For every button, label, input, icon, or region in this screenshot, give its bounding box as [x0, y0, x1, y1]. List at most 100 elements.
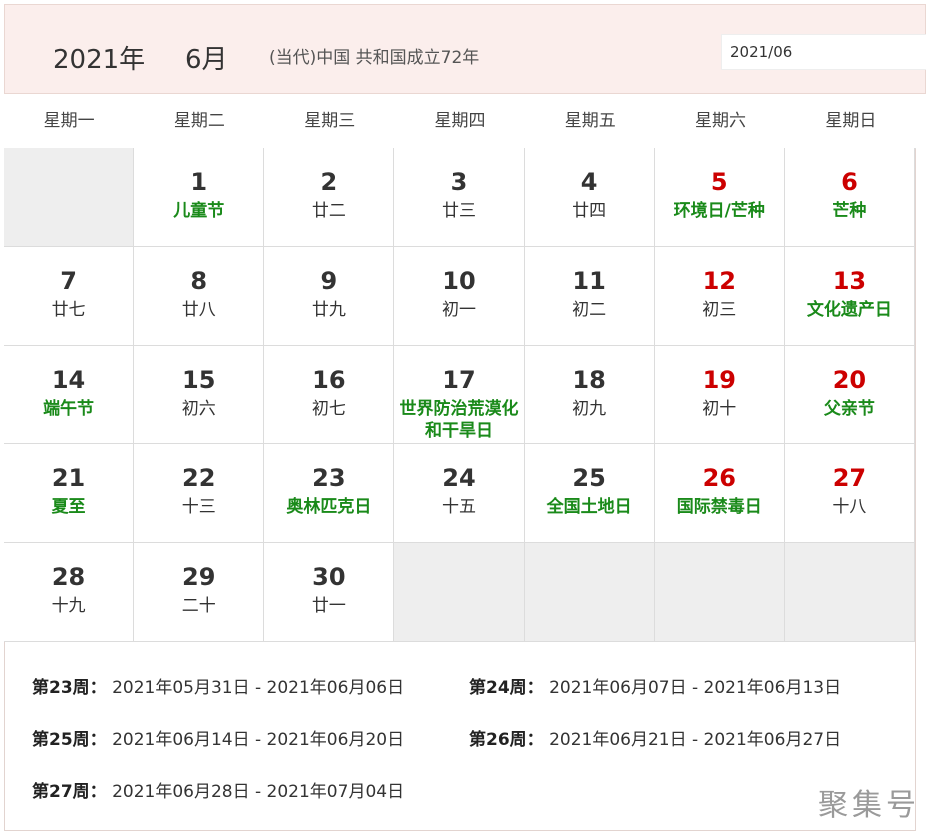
day-cell[interactable]: 18 初九: [524, 345, 655, 445]
week-number: 第26周：: [469, 730, 544, 750]
week-number: 第25周：: [32, 730, 107, 750]
day-cell[interactable]: 26 国际禁毒日: [654, 444, 785, 544]
day-cell[interactable]: 21 夏至: [4, 444, 135, 544]
lunar-date: 廿九: [311, 299, 346, 320]
weekday-fri: 星期五: [564, 111, 616, 131]
empty-day-cell: [784, 543, 915, 642]
day-number: 22: [182, 464, 216, 493]
day-cell[interactable]: 13 文化遗产日: [784, 246, 915, 346]
lunar-date: 初一: [441, 299, 476, 320]
festival-label: 父亲节: [823, 398, 875, 419]
day-cell[interactable]: 6 芒种: [784, 148, 915, 247]
lunar-date: 廿二: [311, 201, 346, 221]
day-cell[interactable]: 15 初六: [134, 345, 265, 445]
day-number: 26: [702, 464, 736, 493]
day-number: 19: [702, 365, 736, 394]
day-number: 17: [442, 365, 476, 394]
week-row: 第26周： 2021年06月21日 - 2021年06月27日: [469, 725, 841, 750]
day-cell[interactable]: 28 十九: [4, 543, 135, 642]
week-row: 第27周： 2021年06月28日 - 2021年07月04日: [32, 777, 404, 802]
day-number: 8: [190, 266, 208, 295]
day-number: 7: [60, 266, 77, 295]
year-label[interactable]: 2021年: [53, 39, 145, 76]
day-cell[interactable]: 27 十八: [784, 444, 915, 544]
lunar-date: 廿三: [441, 201, 476, 221]
day-number: 20: [832, 365, 867, 394]
day-cell[interactable]: 22 十三: [134, 444, 265, 544]
festival-label: 夏至: [51, 497, 86, 518]
lunar-date: 十三: [181, 497, 216, 518]
day-number: 3: [450, 168, 468, 196]
date-input[interactable]: [721, 34, 926, 70]
festival-label: 文化遗产日: [806, 299, 892, 320]
festival-label: 端午节: [43, 398, 95, 419]
day-cell[interactable]: 30 廿一: [264, 543, 395, 642]
day-number: 4: [580, 168, 598, 196]
week-range: 2021年06月07日 - 2021年06月13日: [549, 678, 842, 698]
day-cell[interactable]: 16 初七: [264, 345, 395, 445]
day-cell[interactable]: 17 世界防治荒漠化和干旱日: [394, 345, 525, 445]
weekday-wed: 星期三: [304, 111, 356, 131]
day-number: 29: [182, 563, 216, 592]
week-row: 第24周： 2021年06月07日 - 2021年06月13日: [469, 673, 841, 698]
day-cell[interactable]: 25 全国土地日: [524, 444, 655, 544]
lunar-date: 廿一: [311, 596, 346, 617]
day-number: 28: [51, 563, 86, 592]
day-cell[interactable]: 10 初一: [394, 246, 525, 346]
day-number: 21: [51, 464, 86, 493]
day-cell[interactable]: 23 奥林匹克日: [264, 444, 395, 544]
day-cell[interactable]: 12 初三: [654, 246, 785, 346]
day-number: 9: [320, 266, 338, 295]
weekday-tue: 星期二: [173, 111, 225, 131]
day-cell[interactable]: 20 父亲节: [784, 345, 915, 445]
day-cell[interactable]: 7 廿七: [4, 246, 135, 346]
festival-label: 世界防治荒漠化和干旱日: [399, 398, 519, 441]
day-cell[interactable]: 24 十五: [394, 444, 525, 544]
week-range: 2021年06月14日 - 2021年06月20日: [112, 730, 405, 750]
empty-day-cell: [4, 148, 135, 247]
week-range: 2021年05月31日 - 2021年06月06日: [112, 678, 405, 698]
day-number: 16: [312, 365, 346, 394]
lunar-date: 初十: [702, 398, 737, 419]
day-cell[interactable]: 4 廿四: [524, 148, 655, 247]
day-cell[interactable]: 5 环境日/芒种: [654, 148, 785, 247]
day-number: 6: [841, 168, 858, 196]
day-number: 27: [832, 464, 867, 493]
day-cell[interactable]: 9 廿九: [264, 246, 395, 346]
empty-day-cell: [654, 543, 785, 642]
lunar-date: 廿四: [572, 201, 607, 221]
week-number: 第27周：: [32, 782, 107, 802]
week-number: 第24周：: [469, 678, 544, 698]
day-cell[interactable]: 14 端午节: [4, 345, 135, 445]
day-number: 1: [190, 168, 208, 196]
day-number: 12: [702, 266, 736, 295]
lunar-date: 初九: [572, 398, 607, 419]
month-label[interactable]: 6月: [185, 39, 228, 76]
lunar-date: 初六: [181, 398, 216, 419]
day-cell[interactable]: 8 廿八: [134, 246, 265, 346]
empty-day-cell: [524, 543, 655, 642]
lunar-date: 初七: [311, 398, 346, 419]
day-number: 30: [312, 563, 346, 592]
day-cell[interactable]: 3 廿三: [394, 148, 525, 247]
festival-label: 儿童节: [173, 201, 225, 221]
festival-label: 国际禁毒日: [676, 497, 762, 518]
day-cell[interactable]: 19 初十: [654, 345, 785, 445]
weekday-thu: 星期四: [434, 111, 486, 131]
lunar-date: 二十: [181, 596, 216, 617]
day-number: 25: [572, 464, 606, 493]
day-number: 5: [710, 168, 728, 196]
day-cell[interactable]: 2 廿二: [264, 148, 395, 247]
lunar-date: 廿八: [181, 299, 216, 320]
day-cell[interactable]: 11 初二: [524, 246, 655, 346]
day-cell[interactable]: 29 二十: [134, 543, 265, 642]
day-cell[interactable]: 1 儿童节: [134, 148, 265, 247]
festival-label: 环境日/芒种: [673, 201, 765, 221]
lunar-date: 初三: [702, 299, 737, 320]
week-row: 第25周： 2021年06月14日 - 2021年06月20日: [32, 725, 404, 750]
day-number: 18: [572, 365, 606, 394]
lunar-date: 十九: [51, 596, 86, 617]
day-number: 14: [51, 365, 86, 394]
lunar-date: 初二: [572, 299, 607, 320]
calendar-grid: 1 儿童节 2 廿二 3 廿三 4 廿四 5 环境日/芒种 6 芒种 7 廿七 8 廿八 9 廿九…: [4, 148, 915, 642]
